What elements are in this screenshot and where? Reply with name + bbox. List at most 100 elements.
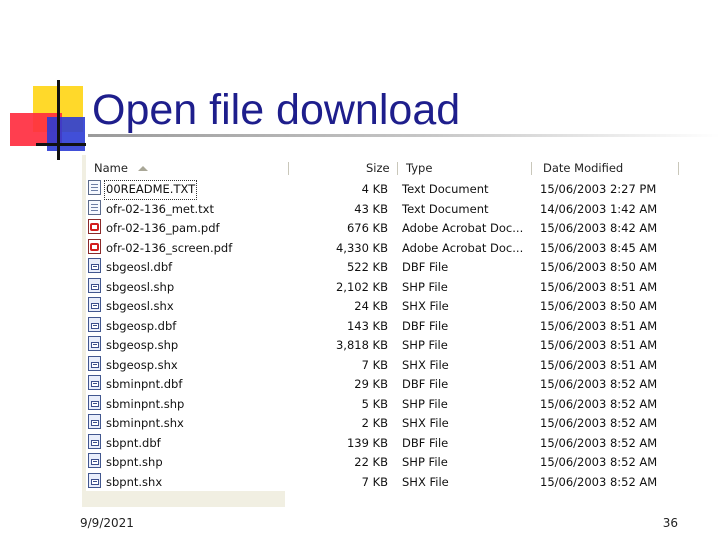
file-row[interactable]: sbpnt.shx 7 KB SHX File 15/06/2003 8:52 AM bbox=[86, 472, 682, 493]
file-date-modified: 15/06/2003 8:52 AM bbox=[540, 474, 658, 489]
file-type: SHP File bbox=[402, 396, 448, 411]
file-name: sbgeosl.shp bbox=[106, 279, 175, 294]
decorative-horizontal-line bbox=[36, 143, 86, 146]
file-type: SHX File bbox=[402, 416, 449, 430]
file-type: DBF File bbox=[402, 318, 449, 333]
file-row[interactable]: sbpnt.shp 22 KB SHP File 15/06/2003 8:52 AM bbox=[86, 453, 682, 473]
decorative-vertical-line bbox=[57, 80, 60, 160]
file-row[interactable]: ofr-02-136_pam.pdf 676 KB Adobe Acrobat Do… bbox=[86, 219, 682, 239]
file-row[interactable]: sbgeosp.dbf 143 KB DBF File 15/06/2003 8:51… bbox=[86, 316, 682, 337]
file-row[interactable]: sbminpnt.shp 5 KB SHP File 15/06/2003 8:52 … bbox=[86, 394, 682, 415]
generic-file-icon bbox=[88, 453, 101, 468]
file-date-modified: 15/06/2003 8:52 AM bbox=[540, 416, 658, 430]
generic-file-icon bbox=[88, 316, 101, 332]
file-size: 4,330 KB bbox=[335, 240, 388, 255]
file-size: 22 KB bbox=[354, 455, 388, 469]
file-date-modified: 15/06/2003 8:51 AM bbox=[540, 338, 658, 352]
file-size: 43 KB bbox=[354, 201, 388, 216]
file-size: 676 KB bbox=[346, 221, 388, 235]
file-row[interactable]: 00README.TXT 4 KB Text Document 15/06/2003 … bbox=[86, 180, 682, 200]
file-type: SHX File bbox=[402, 299, 449, 313]
file-row[interactable]: sbgeosl.dbf 522 KB DBF File 15/06/2003 8:50… bbox=[86, 258, 682, 278]
generic-file-icon bbox=[88, 472, 101, 488]
file-row[interactable]: sbpnt.dbf 139 KB DBF File 15/06/2003 8:52 A… bbox=[86, 433, 682, 454]
column-header-size[interactable]: Size bbox=[366, 158, 390, 179]
file-row[interactable]: sbgeosl.shx 24 KB SHX File 15/06/2003 8:50 … bbox=[86, 297, 682, 317]
file-type: SHP File bbox=[402, 338, 448, 352]
generic-file-icon bbox=[88, 336, 101, 351]
file-row[interactable]: sbminpnt.shx 2 KB SHX File 15/06/2003 8:52 … bbox=[86, 414, 682, 434]
column-header-type[interactable]: Type bbox=[406, 158, 432, 179]
generic-file-icon bbox=[88, 355, 101, 371]
file-type: Text Document bbox=[402, 182, 489, 196]
file-date-modified: 15/06/2003 8:51 AM bbox=[540, 279, 658, 294]
column-divider[interactable] bbox=[531, 162, 532, 175]
file-name: sbminpnt.shp bbox=[106, 396, 185, 411]
file-type: SHX File bbox=[402, 357, 449, 372]
file-date-modified: 14/06/2003 1:42 AM bbox=[540, 201, 658, 216]
file-type: Adobe Acrobat Doc... bbox=[402, 240, 524, 255]
file-date-modified: 15/06/2003 8:42 AM bbox=[540, 221, 658, 235]
column-divider[interactable] bbox=[397, 162, 398, 175]
pdf-file-icon bbox=[88, 238, 101, 254]
file-name: sbpnt.shx bbox=[106, 474, 163, 489]
file-size: 7 KB bbox=[361, 474, 388, 489]
file-name: sbpnt.shp bbox=[106, 455, 163, 469]
file-date-modified: 15/06/2003 8:51 AM bbox=[540, 357, 658, 372]
file-size: 4 KB bbox=[361, 182, 388, 196]
generic-file-icon bbox=[88, 277, 101, 293]
file-row[interactable]: sbgeosp.shp 3,818 KB SHP File 15/06/2003 8:… bbox=[86, 336, 682, 356]
status-area bbox=[86, 491, 285, 507]
pdf-file-icon bbox=[88, 219, 101, 234]
file-name: sbgeosp.shx bbox=[106, 357, 178, 372]
file-type: DBF File bbox=[402, 377, 449, 391]
file-name: sbminpnt.shx bbox=[106, 416, 184, 430]
page-number: 36 bbox=[662, 516, 678, 530]
file-date-modified: 15/06/2003 8:52 AM bbox=[540, 435, 658, 450]
text-file-icon bbox=[88, 199, 101, 215]
file-date-modified: 15/06/2003 8:52 AM bbox=[540, 396, 658, 411]
file-size: 2 KB bbox=[361, 416, 388, 430]
generic-file-icon bbox=[88, 297, 101, 312]
file-size: 139 KB bbox=[346, 435, 388, 450]
column-header-bar: Name Size Type Date Modified bbox=[86, 158, 682, 179]
column-header-date-modified[interactable]: Date Modified bbox=[543, 158, 623, 179]
file-size: 143 KB bbox=[346, 318, 388, 333]
file-row[interactable]: ofr-02-136_met.txt 43 KB Text Document 14/0… bbox=[86, 199, 682, 220]
generic-file-icon bbox=[88, 375, 101, 390]
file-name: 00README.TXT bbox=[104, 180, 198, 200]
column-divider[interactable] bbox=[678, 162, 679, 175]
file-name: sbminpnt.dbf bbox=[106, 377, 183, 391]
file-size: 3,818 KB bbox=[335, 338, 388, 352]
file-type: Text Document bbox=[402, 201, 489, 216]
file-name: ofr-02-136_met.txt bbox=[106, 201, 214, 216]
file-name: sbgeosp.dbf bbox=[106, 318, 177, 333]
generic-file-icon bbox=[88, 394, 101, 410]
file-row[interactable]: sbminpnt.dbf 29 KB DBF File 15/06/2003 8:52… bbox=[86, 375, 682, 395]
generic-file-icon bbox=[88, 414, 101, 429]
column-divider[interactable] bbox=[288, 162, 289, 175]
file-row[interactable]: sbgeosp.shx 7 KB SHX File 15/06/2003 8:51 A… bbox=[86, 355, 682, 376]
column-header-name[interactable]: Name bbox=[94, 158, 128, 179]
file-name: sbpnt.dbf bbox=[106, 435, 161, 450]
file-type: DBF File bbox=[402, 435, 449, 450]
file-size: 29 KB bbox=[354, 377, 388, 391]
file-date-modified: 15/06/2003 2:27 PM bbox=[540, 182, 657, 196]
generic-file-icon bbox=[88, 258, 101, 273]
file-list-window: Name Size Type Date Modified 00README.TX… bbox=[82, 155, 682, 507]
file-rows: 00README.TXT 4 KB Text Document 15/06/2003 … bbox=[86, 180, 682, 492]
file-date-modified: 15/06/2003 8:51 AM bbox=[540, 318, 658, 333]
file-type: DBF File bbox=[402, 260, 449, 274]
file-date-modified: 15/06/2003 8:52 AM bbox=[540, 455, 658, 469]
sort-ascending-icon bbox=[138, 166, 148, 171]
footer-date: 9/9/2021 bbox=[80, 516, 134, 530]
file-name: sbgeosl.dbf bbox=[106, 260, 173, 274]
file-type: SHP File bbox=[402, 279, 448, 294]
file-size: 24 KB bbox=[354, 299, 388, 313]
file-row[interactable]: ofr-02-136_screen.pdf 4,330 KB Adobe Acrob… bbox=[86, 238, 682, 259]
file-row[interactable]: sbgeosl.shp 2,102 KB SHP File 15/06/2003 8:… bbox=[86, 277, 682, 298]
file-type: SHX File bbox=[402, 474, 449, 489]
file-size: 5 KB bbox=[361, 396, 388, 411]
file-size: 522 KB bbox=[346, 260, 388, 274]
file-date-modified: 15/06/2003 8:50 AM bbox=[540, 260, 658, 274]
